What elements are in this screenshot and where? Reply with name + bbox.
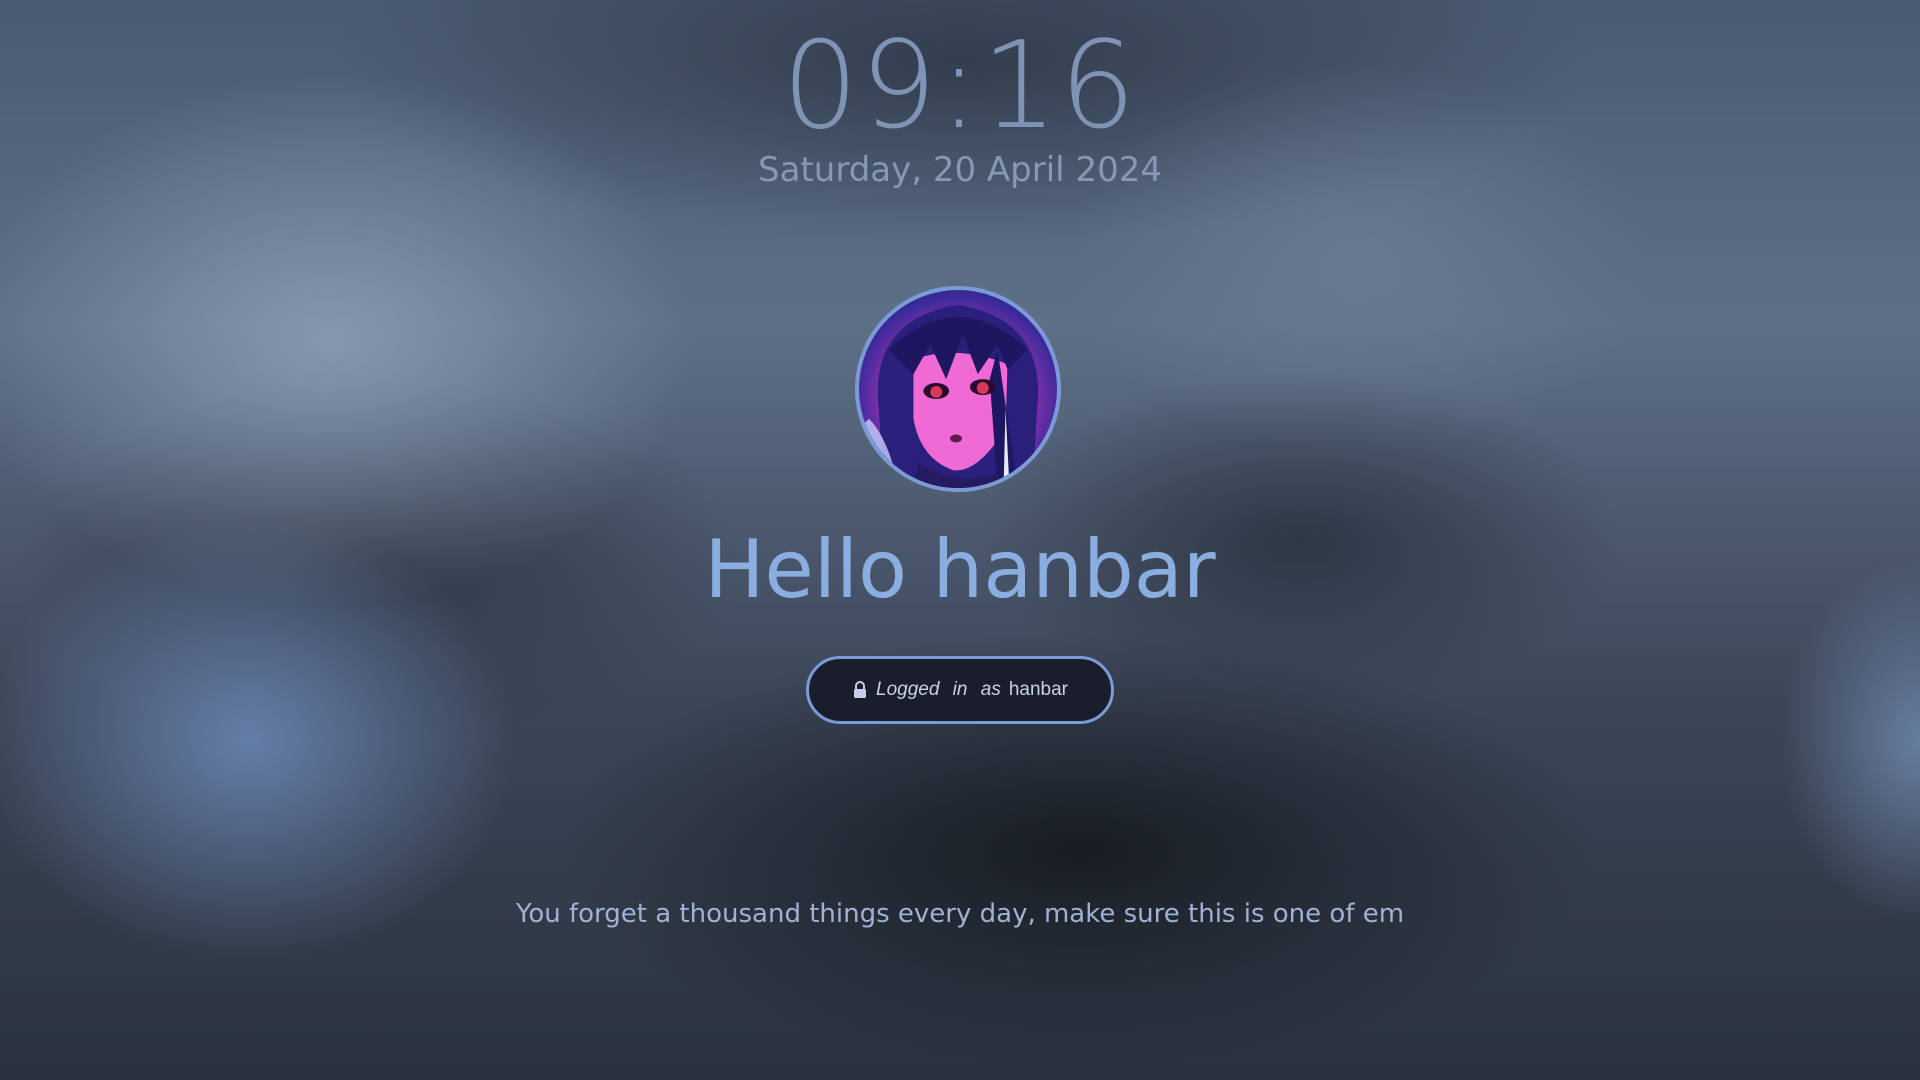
login-username: hanbar bbox=[1008, 679, 1068, 700]
lockscreen-quote: You forget a thousand things every day, … bbox=[515, 899, 1405, 929]
clock-date: Saturday, 20 April 2024 bbox=[758, 150, 1162, 190]
user-avatar bbox=[855, 286, 1061, 492]
greeting-heading: Hello hanbar bbox=[704, 523, 1216, 616]
login-status-pill[interactable]: Logged in as hanbar bbox=[806, 656, 1114, 724]
avatar-illustration bbox=[859, 304, 1039, 488]
clock-time: 09:16 bbox=[782, 17, 1138, 156]
lock-icon bbox=[854, 681, 866, 698]
login-status-label: Logged in as bbox=[876, 679, 1001, 700]
